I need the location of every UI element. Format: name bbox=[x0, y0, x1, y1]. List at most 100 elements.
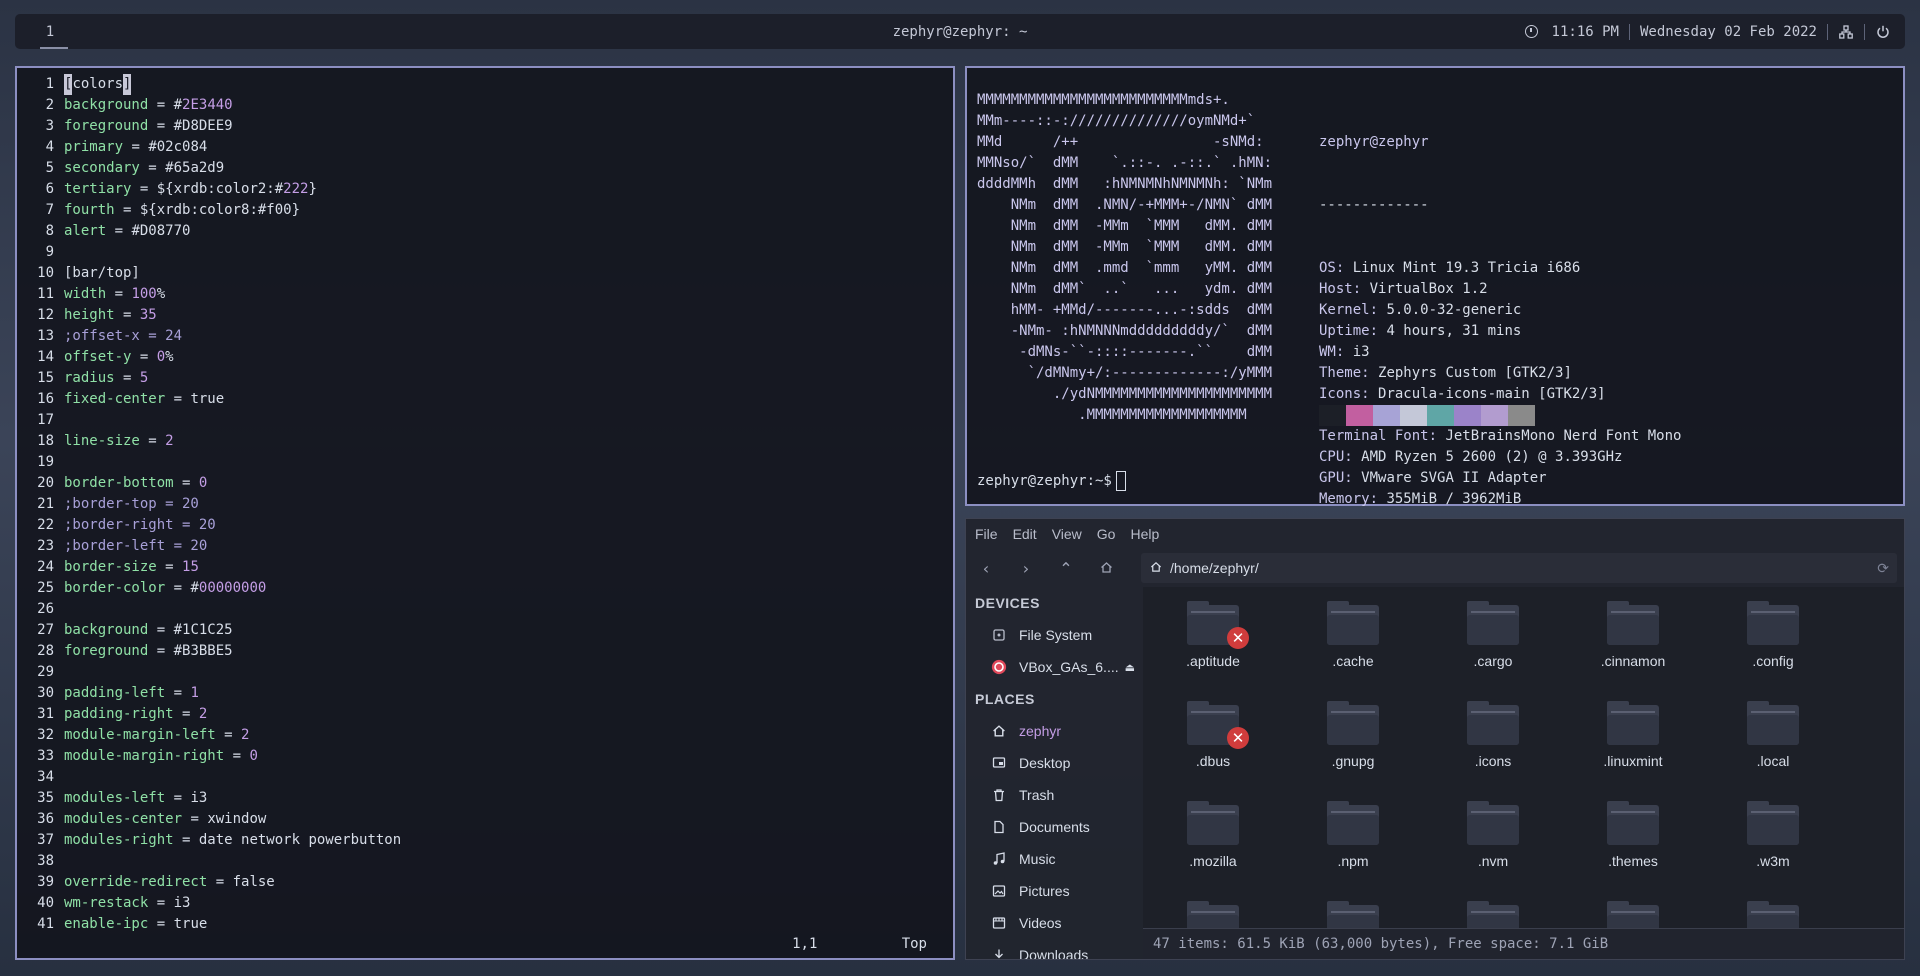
folder-item[interactable]: ✕ .aptitude bbox=[1153, 601, 1273, 669]
info-row: Memory: 355MiB / 3962MiB bbox=[1319, 489, 1681, 510]
sidebar-item-file-system[interactable]: File System bbox=[966, 619, 1141, 651]
workspace-label: 1 bbox=[45, 23, 55, 40]
info-colon: : bbox=[1369, 323, 1387, 339]
sidebar-item-pictures[interactable]: Pictures bbox=[966, 875, 1141, 907]
reload-icon[interactable]: ⟳ bbox=[1877, 560, 1889, 577]
eject-icon[interactable]: ⏏ bbox=[1125, 661, 1135, 674]
back-button[interactable]: ‹ bbox=[966, 549, 1006, 587]
code-token: = bbox=[215, 727, 242, 743]
folder-item[interactable]: .cache bbox=[1293, 601, 1413, 669]
code-token: wm-restack bbox=[64, 895, 149, 911]
editor-window[interactable]: 1 [colors] 2 background = #2E3440 3 foregroun… bbox=[15, 66, 955, 960]
code-token: 15 bbox=[182, 559, 199, 575]
code-token: = bbox=[139, 160, 166, 176]
sidebar-item-music[interactable]: Music bbox=[966, 843, 1141, 875]
folder-name: .themes bbox=[1608, 853, 1658, 869]
workspace-button[interactable]: 1 bbox=[30, 14, 70, 49]
line-number: 10 bbox=[37, 265, 54, 281]
terminal-window[interactable]: MMMMMMMMMMMMMMMMMMMMMMMMMmds+. MMm----::-… bbox=[965, 66, 1905, 507]
sidebar-item-vbox-gas-6[interactable]: VBox_GAs_6.... ⏏ bbox=[966, 651, 1141, 683]
desktop-icon bbox=[991, 755, 1007, 771]
folder-item[interactable]: .themes bbox=[1573, 801, 1693, 869]
folder-item[interactable]: ✕ .dbus bbox=[1153, 701, 1273, 769]
folder-item[interactable]: .linuxmint bbox=[1573, 701, 1693, 769]
folder-item[interactable]: .config bbox=[1713, 601, 1833, 669]
sidebar-item-documents[interactable]: Documents bbox=[966, 811, 1141, 843]
code-token: foreground bbox=[64, 118, 149, 134]
menu-help[interactable]: Help bbox=[1130, 526, 1159, 542]
sidebar-item-downloads[interactable]: Downloads bbox=[966, 939, 1141, 959]
line-number: 20 bbox=[37, 475, 54, 491]
folder-item[interactable]: .nvm bbox=[1433, 801, 1553, 869]
code-token: = bbox=[148, 643, 174, 659]
editor-line: 20 border-bottom = 0 bbox=[17, 473, 401, 494]
line-number: 4 bbox=[45, 139, 54, 155]
ascii-line: MMd /++ -sNMd: bbox=[977, 134, 1264, 150]
folder-name: .cargo bbox=[1473, 653, 1513, 669]
menu-file[interactable]: File bbox=[975, 526, 998, 542]
editor-line: 3 foreground = #D8DEE9 bbox=[17, 116, 401, 137]
code-token: background bbox=[64, 622, 149, 638]
code-token: radius bbox=[64, 370, 115, 386]
code-token: module-margin-right bbox=[64, 748, 225, 764]
line-number: 6 bbox=[45, 181, 54, 197]
line-number: 41 bbox=[37, 916, 54, 932]
menu-edit[interactable]: Edit bbox=[1013, 526, 1037, 542]
editor-line: 14 offset-y = 0% bbox=[17, 347, 401, 368]
home-button[interactable] bbox=[1086, 549, 1126, 587]
folder-item[interactable] bbox=[1713, 901, 1833, 929]
color-swatch bbox=[1319, 405, 1346, 426]
info-value: Linux Mint 19.3 Tricia i686 bbox=[1352, 260, 1581, 276]
folder-item[interactable] bbox=[1293, 901, 1413, 929]
editor-buffer[interactable]: 1 [colors] 2 background = #2E3440 3 foregroun… bbox=[17, 74, 401, 935]
folder-item[interactable]: .cinnamon bbox=[1573, 601, 1693, 669]
line-number: 29 bbox=[37, 664, 54, 680]
editor-line: 29 bbox=[17, 662, 401, 683]
menu-view[interactable]: View bbox=[1052, 526, 1082, 542]
line-number: 38 bbox=[37, 853, 54, 869]
scroll-position: Top bbox=[901, 936, 927, 952]
sidebar-item-label: Trash bbox=[1019, 787, 1055, 803]
info-colon: : bbox=[1344, 470, 1362, 486]
code-token: true bbox=[173, 916, 208, 932]
network-icon[interactable] bbox=[1838, 24, 1854, 40]
folder-name: .config bbox=[1752, 653, 1794, 669]
power-icon[interactable] bbox=[1875, 24, 1891, 40]
info-colon: : bbox=[1344, 449, 1362, 465]
folder-name: .cache bbox=[1332, 653, 1374, 669]
folder-item[interactable]: .icons bbox=[1433, 701, 1553, 769]
sidebar-item-desktop[interactable]: Desktop bbox=[966, 747, 1141, 779]
code-token: padding-left bbox=[64, 685, 166, 701]
menu-go[interactable]: Go bbox=[1097, 526, 1116, 542]
forward-button[interactable]: › bbox=[1006, 549, 1046, 587]
color-swatch bbox=[1481, 405, 1508, 426]
folder-item[interactable]: .local bbox=[1713, 701, 1833, 769]
folder-item[interactable]: .gnupg bbox=[1293, 701, 1413, 769]
location-path: /home/zephyr/ bbox=[1170, 560, 1259, 576]
info-key: Kernel bbox=[1319, 302, 1370, 318]
folder-item[interactable]: .w3m bbox=[1713, 801, 1833, 869]
location-bar[interactable]: /home/zephyr/ ⟳ bbox=[1141, 553, 1897, 583]
code-token: = bbox=[165, 580, 191, 596]
folder-name: .local bbox=[1756, 753, 1790, 769]
folder-item[interactable] bbox=[1573, 901, 1693, 929]
folder-item[interactable] bbox=[1433, 901, 1553, 929]
folder-item[interactable]: .npm bbox=[1293, 801, 1413, 869]
editor-line: 2 background = #2E3440 bbox=[17, 95, 401, 116]
ascii-line: ./ydNMMMMMMMMMMMMMMMMMMMMM bbox=[977, 386, 1273, 402]
sidebar-item-trash[interactable]: Trash bbox=[966, 779, 1141, 811]
trash-icon bbox=[991, 787, 1007, 803]
folder-item[interactable] bbox=[1153, 901, 1273, 929]
color-swatch bbox=[1400, 405, 1427, 426]
up-button[interactable]: ⌃ bbox=[1046, 549, 1086, 587]
sidebar: DEVICES File System VBox_GAs_6.... ⏏ PLACE… bbox=[966, 587, 1141, 959]
folder-item[interactable]: .mozilla bbox=[1153, 801, 1273, 869]
clock-icon bbox=[1524, 25, 1538, 38]
code-token: = bbox=[131, 349, 157, 365]
sidebar-item-videos[interactable]: Videos bbox=[966, 907, 1141, 939]
editor-line: 40 wm-restack = i3 bbox=[17, 893, 401, 914]
folder-item[interactable]: .cargo bbox=[1433, 601, 1553, 669]
shell-prompt[interactable]: zephyr@zephyr:~$ bbox=[977, 471, 1126, 491]
sidebar-item-zephyr[interactable]: zephyr bbox=[966, 715, 1141, 747]
folder-icon bbox=[1187, 801, 1239, 845]
